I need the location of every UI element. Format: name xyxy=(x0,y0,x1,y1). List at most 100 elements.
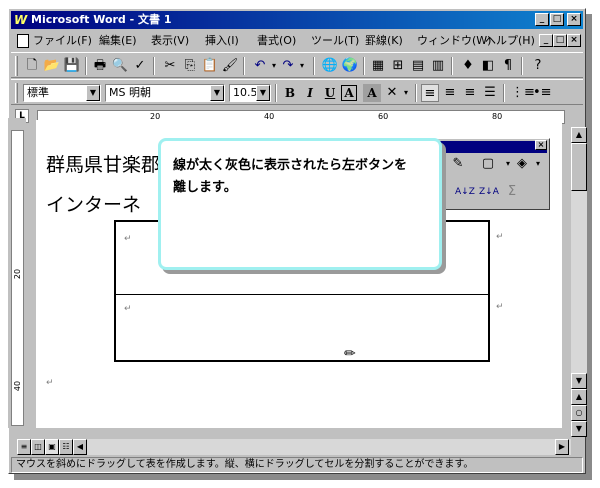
tables-borders-icon[interactable]: ▦ xyxy=(369,57,387,75)
toolbar-grip[interactable] xyxy=(15,83,18,103)
sort-descending-icon[interactable]: Z↓A xyxy=(479,183,499,201)
outline-view-icon[interactable]: ☷ xyxy=(59,439,73,455)
underline-button[interactable]: U xyxy=(321,84,339,102)
char-border-button[interactable]: A xyxy=(341,85,357,101)
align-center-icon[interactable]: ≡ xyxy=(441,84,459,102)
menu-help[interactable]: ヘルプ(H) xyxy=(485,34,535,48)
chevron-down-icon[interactable]: ▼ xyxy=(210,85,224,101)
next-page-icon[interactable]: ▼ xyxy=(571,421,587,437)
redo-dropdown-icon[interactable]: ▾ xyxy=(293,57,311,75)
minimize-button[interactable]: _ xyxy=(535,13,549,26)
word-app-icon[interactable]: W xyxy=(14,13,28,27)
menu-tools[interactable]: ツール(T) xyxy=(311,34,359,48)
toolbar-separator xyxy=(451,57,453,75)
outside-border-icon[interactable]: ▢ xyxy=(479,155,497,173)
doc-restore-button[interactable]: □ xyxy=(553,34,567,47)
standard-toolbar: 🗋 📂 💾 🖶 🔍 ✓ ✂ ⎘ 📋 🖌 ↶ ▾ ↷ ▾ 🌐 🌍 ▦ ⊞ ▤ ▥ … xyxy=(11,52,583,78)
scroll-left-icon[interactable]: ◀ xyxy=(73,439,87,455)
print-preview-icon[interactable]: 🔍 xyxy=(111,57,129,75)
drawing-icon[interactable]: ♦ xyxy=(459,57,477,75)
line-color-icon[interactable]: ✎ xyxy=(449,155,467,173)
row-end-mark: ↵ xyxy=(496,302,504,312)
toolbar-separator xyxy=(503,84,505,102)
font-value: MS 明朝 xyxy=(109,86,151,99)
menu-view[interactable]: 表示(V) xyxy=(151,34,189,48)
chevron-down-icon[interactable]: ▾ xyxy=(529,155,547,173)
chevron-down-icon[interactable]: ▼ xyxy=(256,85,270,101)
print-layout-icon[interactable]: ▣ xyxy=(45,439,59,455)
doc-minimize-button[interactable]: _ xyxy=(539,34,553,47)
vruler-label: 20 xyxy=(13,268,23,280)
menu-bar: ファイル(F) 編集(E) 表示(V) 挿入(I) 書式(O) ツール(T) 罫… xyxy=(11,31,583,51)
bold-button[interactable]: B xyxy=(281,84,299,102)
browse-object-icon[interactable]: ○ xyxy=(571,405,587,421)
office-assistant-icon[interactable]: ? xyxy=(529,57,547,75)
web-layout-icon[interactable]: ◫ xyxy=(31,439,45,455)
normal-view-icon[interactable]: ≡ xyxy=(17,439,31,455)
font-select[interactable]: MS 明朝 ▼ xyxy=(105,84,225,102)
format-painter-icon[interactable]: 🖌 xyxy=(221,57,239,75)
menu-edit[interactable]: 編集(E) xyxy=(99,34,137,48)
show-hide-icon[interactable]: ¶ xyxy=(499,57,517,75)
menu-table[interactable]: 罫線(K) xyxy=(365,34,403,48)
numbering-icon[interactable]: ⋮≡ xyxy=(511,84,535,102)
align-left-icon[interactable]: ≡ xyxy=(421,84,439,102)
style-select[interactable]: 標準 ▼ xyxy=(23,84,101,102)
title-bar[interactable]: W Microsoft Word - 文書 1 _ □ × xyxy=(11,11,583,29)
align-right-icon[interactable]: ≡ xyxy=(461,84,479,102)
save-disk-icon[interactable]: 💾 xyxy=(63,57,81,75)
spelling-check-icon[interactable]: ✓ xyxy=(131,57,149,75)
document-icon[interactable] xyxy=(17,34,29,48)
callout-line: 離します。 xyxy=(173,180,237,195)
close-button[interactable]: × xyxy=(567,13,581,26)
cut-icon[interactable]: ✂ xyxy=(161,57,179,75)
sort-ascending-icon[interactable]: A↓Z xyxy=(455,183,475,201)
menu-insert[interactable]: 挿入(I) xyxy=(205,34,239,48)
cell-end-mark: ↵ xyxy=(124,234,132,244)
toolbar-separator xyxy=(521,57,523,75)
copy-icon[interactable]: ⎘ xyxy=(181,57,199,75)
scroll-up-icon[interactable]: ▲ xyxy=(571,127,587,143)
italic-button[interactable]: I xyxy=(301,84,319,102)
web-toolbar-icon[interactable]: 🌍 xyxy=(341,57,359,75)
paste-icon[interactable]: 📋 xyxy=(201,57,219,75)
toolbar-separator xyxy=(415,84,417,102)
horizontal-scrollbar[interactable]: ≡ ◫ ▣ ☷ ◀ ▶ xyxy=(17,439,571,455)
menu-file[interactable]: ファイル(F) xyxy=(33,34,92,48)
callout-line: 線が太く灰色に表示されたら左ボタンを xyxy=(173,158,408,173)
menu-window[interactable]: ウィンドウ(W) xyxy=(417,34,491,48)
bullets-icon[interactable]: •≡ xyxy=(533,84,552,102)
distribute-icon[interactable]: ☰ xyxy=(481,84,499,102)
close-icon[interactable]: × xyxy=(535,140,547,150)
print-icon[interactable]: 🖶 xyxy=(91,57,109,75)
chevron-down-icon[interactable]: ▾ xyxy=(397,84,415,102)
maximize-button[interactable]: □ xyxy=(550,13,564,26)
window-title: Microsoft Word - 文書 1 xyxy=(31,13,172,26)
menu-format[interactable]: 書式(O) xyxy=(257,34,296,48)
autosum-icon[interactable]: Σ xyxy=(503,183,521,201)
toolbar-grip[interactable] xyxy=(15,56,18,76)
chevron-down-icon[interactable]: ▼ xyxy=(86,85,100,101)
new-document-icon[interactable]: 🗋 xyxy=(23,57,41,75)
toolbar-separator xyxy=(313,57,315,75)
previous-page-icon[interactable]: ▲ xyxy=(571,389,587,405)
scroll-down-icon[interactable]: ▼ xyxy=(571,373,587,389)
scroll-right-icon[interactable]: ▶ xyxy=(555,439,569,455)
insert-table-icon[interactable]: ⊞ xyxy=(389,57,407,75)
vertical-ruler-scale[interactable]: 20 40 xyxy=(11,130,24,426)
formatting-toolbar: 標準 ▼ MS 明朝 ▼ 10.5 ▼ B I U A A ✕ ▾ ≡ ≡ ≡ … xyxy=(11,79,583,105)
hyperlink-icon[interactable]: 🌐 xyxy=(321,57,339,75)
status-bar: マウスを斜めにドラッグして表を作成します。縦、横にドラッグしてセルを分割すること… xyxy=(11,457,583,473)
doc-close-button[interactable]: × xyxy=(567,34,581,47)
font-size-select[interactable]: 10.5 ▼ xyxy=(229,84,271,102)
char-shading-button[interactable]: A xyxy=(363,84,381,102)
columns-icon[interactable]: ▥ xyxy=(429,57,447,75)
document-map-icon[interactable]: ◧ xyxy=(479,57,497,75)
vertical-scrollbar[interactable]: ▲ ▼ ▲ ○ ▼ xyxy=(571,127,587,437)
table-row-divider[interactable] xyxy=(116,294,488,295)
vertical-ruler: 20 40 xyxy=(8,118,26,428)
style-value: 標準 xyxy=(27,86,49,99)
insert-excel-icon[interactable]: ▤ xyxy=(409,57,427,75)
scroll-thumb[interactable] xyxy=(571,143,587,191)
open-folder-icon[interactable]: 📂 xyxy=(43,57,61,75)
